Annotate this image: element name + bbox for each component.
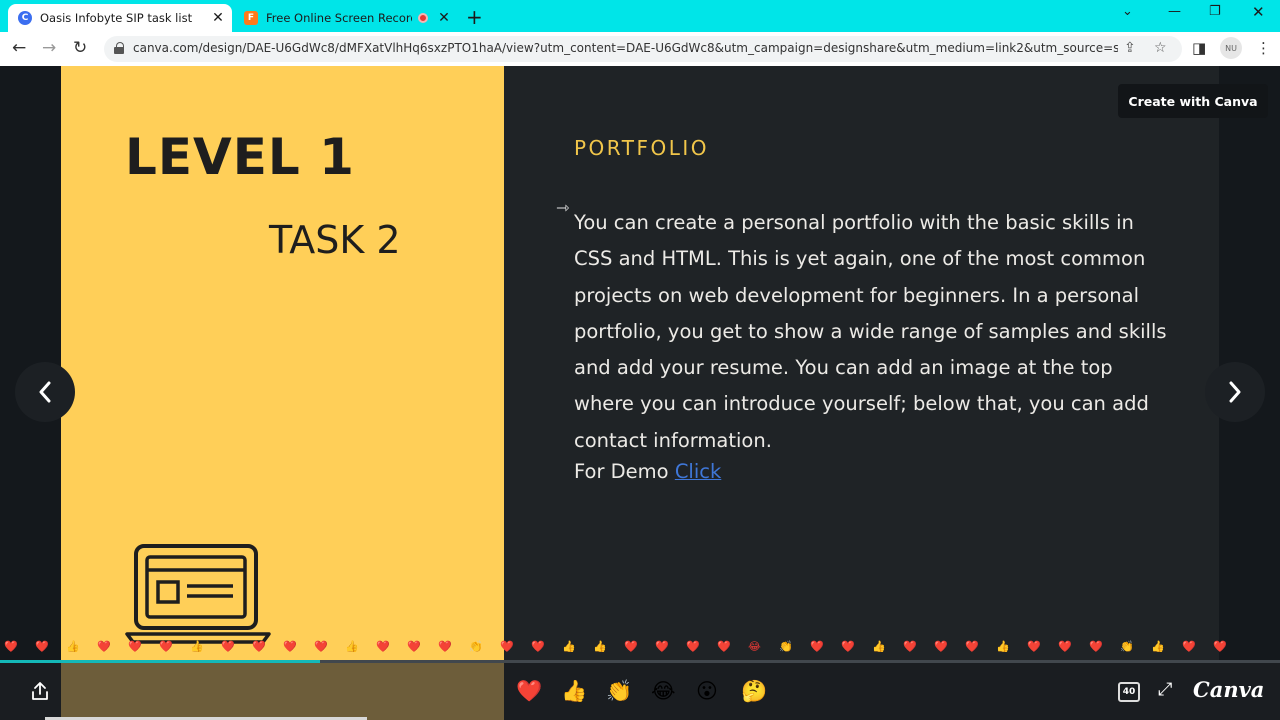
floating-reaction: ❤️ (903, 640, 917, 653)
floating-reaction: ❤️ (841, 640, 855, 653)
floating-reaction: ❤️ (283, 640, 297, 653)
browser-toolbar: ← → ↻ canva.com/design/DAE-U6GdWc8/dMFXa… (0, 32, 1280, 66)
demo-line: For Demo Click (574, 460, 721, 483)
demo-label: For Demo (574, 460, 669, 483)
canva-favicon-icon: C (18, 11, 32, 25)
laugh-reaction-button[interactable]: 😂 (651, 679, 676, 703)
floating-reaction: ❤️ (717, 640, 731, 653)
presentation-stage: LEVEL 1 TASK 2 PORTFOLIO You can create … (0, 66, 1280, 663)
maximize-icon[interactable]: ❐ (1209, 4, 1221, 19)
forward-arrow-icon[interactable]: → (42, 38, 56, 58)
floating-reaction: ❤️ (1089, 640, 1103, 653)
kebab-menu-icon[interactable]: ⋮ (1256, 39, 1271, 57)
tab-title: Oasis Infobyte SIP task list (40, 11, 193, 25)
slide-right-panel: PORTFOLIO You can create a personal port… (504, 66, 1219, 663)
floating-reaction: ❤️ (934, 640, 948, 653)
new-tab-icon[interactable]: + (466, 5, 483, 29)
floating-reaction: ❤️ (1213, 640, 1227, 653)
previous-slide-button[interactable] (15, 362, 75, 422)
share-icon[interactable]: ⇪ (1124, 40, 1136, 56)
chevron-right-icon (1229, 381, 1241, 403)
clap-reaction-button[interactable]: 👏 (606, 679, 632, 704)
floating-reaction: 👍 (562, 640, 576, 653)
floating-reaction: 👍 (66, 640, 80, 653)
floating-reaction: ❤️ (810, 640, 824, 653)
lock-icon (114, 42, 124, 54)
floating-reaction: 👍 (1151, 640, 1165, 653)
slide-preview-strip (61, 663, 504, 720)
slide-left-panel: LEVEL 1 TASK 2 (61, 66, 504, 663)
floating-reaction: ❤️ (252, 640, 266, 653)
floating-reaction: ❤️ (531, 640, 545, 653)
floating-reaction: ❤️ (221, 640, 235, 653)
tab-title: Free Online Screen Recorder (266, 11, 412, 25)
close-tab-icon[interactable]: ✕ (208, 10, 228, 26)
tab-oasis-task-list[interactable]: C Oasis Infobyte SIP task list ✕ (8, 4, 232, 32)
tab-search-icon[interactable]: ⌄ (1122, 4, 1133, 19)
floating-reaction: ❤️ (376, 640, 390, 653)
address-bar[interactable]: canva.com/design/DAE-U6GdWc8/dMFXatVlhHq… (104, 36, 1182, 62)
slide-level-heading: LEVEL 1 (125, 128, 355, 186)
sidebar-icon[interactable]: ◨ (1192, 39, 1206, 57)
browser-tab-bar: C Oasis Infobyte SIP task list ✕ F Free … (0, 0, 1280, 32)
laptop-icon (125, 544, 271, 644)
floating-reaction: ❤️ (1027, 640, 1041, 653)
floating-reaction: ❤️ (655, 640, 669, 653)
fullscreen-icon[interactable]: ⤢ (1158, 679, 1172, 700)
viewer-bottom-bar: ❤️ 👍 👏 😂 😮 🤔 40 ⤢ Canva (0, 663, 1280, 720)
close-window-icon[interactable]: ✕ (1252, 3, 1265, 21)
floating-reaction: ❤️ (965, 640, 979, 653)
floating-reaction: ❤️ (624, 640, 638, 653)
star-icon[interactable]: ☆ (1154, 40, 1167, 56)
mouse-cursor-icon: ⇾ (556, 198, 570, 217)
url-text[interactable]: canva.com/design/DAE-U6GdWc8/dMFXatVlhHq… (133, 41, 1118, 55)
section-title: PORTFOLIO (574, 136, 709, 160)
floating-reaction: ❤️ (1058, 640, 1072, 653)
page-count-badge[interactable]: 40 (1118, 682, 1140, 702)
floating-reaction: ❤️ (128, 640, 142, 653)
share-upload-icon[interactable] (30, 681, 50, 701)
floating-reaction: ❤️ (500, 640, 514, 653)
next-slide-button[interactable] (1205, 362, 1265, 422)
floating-reaction: ❤️ (159, 640, 173, 653)
floating-reaction: ❤️ (314, 640, 328, 653)
floating-reaction: ❤️ (438, 640, 452, 653)
thinking-reaction-button[interactable]: 🤔 (741, 679, 767, 704)
floating-reaction: ❤️ (1182, 640, 1196, 653)
tab-screen-recorder[interactable]: F Free Online Screen Recorder ✕ (234, 4, 458, 32)
close-tab-icon[interactable]: ✕ (434, 10, 454, 26)
floating-reaction: ❤️ (686, 640, 700, 653)
minimize-icon[interactable]: — (1168, 4, 1181, 19)
floating-reaction: ❤️ (97, 640, 111, 653)
floating-reaction: 👏 (779, 640, 793, 653)
floating-reaction: 👍 (190, 640, 204, 653)
demo-link[interactable]: Click (675, 460, 721, 483)
back-arrow-icon[interactable]: ← (12, 38, 26, 58)
slide-task-heading: TASK 2 (269, 218, 401, 262)
floating-reaction: 👍 (593, 640, 607, 653)
floating-reaction: 👍 (345, 640, 359, 653)
create-with-canva-button[interactable]: Create with Canva (1118, 84, 1268, 118)
floating-reaction: 😂 (748, 640, 761, 653)
recording-indicator-icon (418, 13, 428, 23)
floating-reaction: 👏 (1120, 640, 1134, 653)
floating-reaction: 👍 (872, 640, 886, 653)
reload-icon[interactable]: ↻ (73, 38, 87, 58)
slide-body-text: You can create a personal portfolio with… (574, 211, 1167, 452)
surprised-reaction-button[interactable]: 😮 (696, 679, 718, 703)
avatar[interactable]: NU (1220, 37, 1242, 59)
heart-reaction-button[interactable]: ❤️ (516, 679, 542, 704)
chevron-left-icon (39, 381, 51, 403)
floating-reaction: ❤️ (407, 640, 421, 653)
canva-logo[interactable]: Canva (1193, 677, 1264, 702)
floating-reaction: 👏 (469, 640, 483, 653)
floating-reaction: ❤️ (35, 640, 49, 653)
floating-reaction: ❤️ (4, 640, 18, 653)
floating-reactions: ❤️ ❤️ 👍 ❤️ ❤️ ❤️ 👍 ❤️ ❤️ ❤️ ❤️ 👍 ❤️ ❤️ ❤️ 👏 ❤️ ❤️ 👍 👍 ❤️ ❤️ ❤️… (0, 640, 1280, 656)
recorder-favicon-icon: F (244, 11, 258, 25)
thumbs-up-reaction-button[interactable]: 👍 (561, 679, 587, 704)
floating-reaction: 👍 (996, 640, 1010, 653)
